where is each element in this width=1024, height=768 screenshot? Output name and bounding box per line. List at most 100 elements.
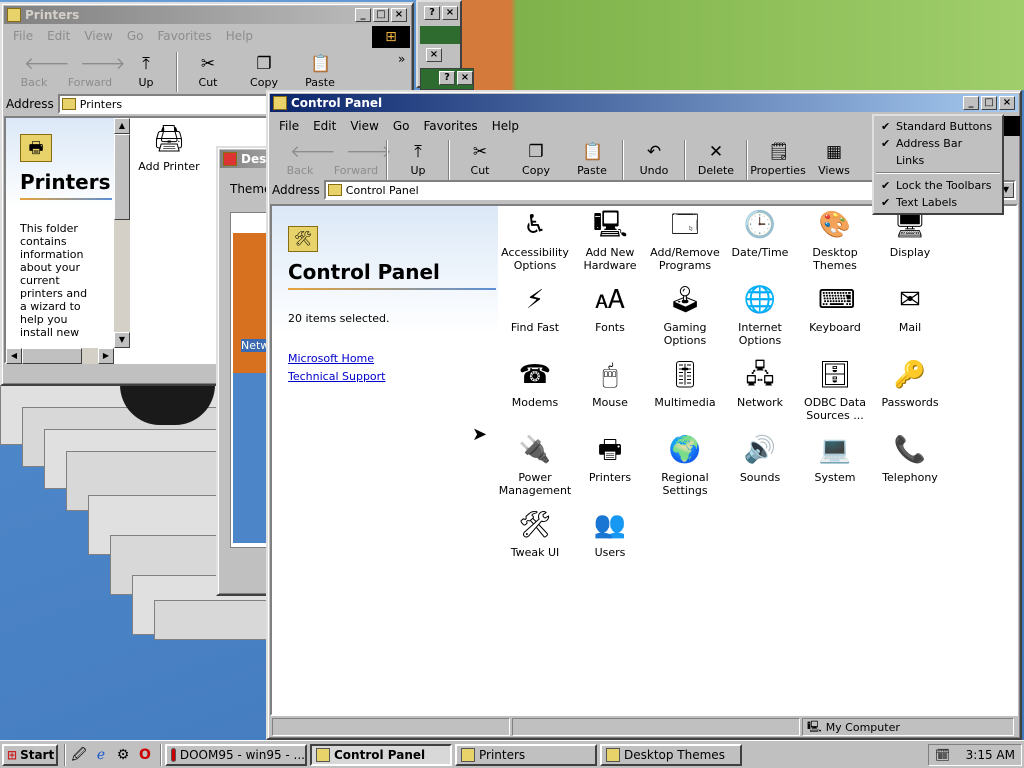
close-button[interactable]: ×: [999, 96, 1015, 110]
horizontal-scrollbar[interactable]: ◀ ▶: [6, 348, 114, 364]
menu-help[interactable]: Help: [485, 119, 526, 133]
menu-edit[interactable]: Edit: [40, 29, 77, 43]
control-panel-item[interactable]: 🕒 Date/Time: [723, 208, 797, 259]
paste-button[interactable]: 📋 Paste: [292, 50, 348, 94]
menu-view[interactable]: View: [343, 119, 385, 133]
internet-explorer-icon[interactable]: ℯ: [92, 746, 110, 764]
scroll-up-button[interactable]: ▲: [114, 118, 130, 134]
control-panel-item[interactable]: 🔊 Sounds: [723, 433, 797, 484]
close-button[interactable]: ×: [442, 6, 458, 20]
control-panel-titlebar[interactable]: Control Panel _ □ ×: [270, 94, 1018, 112]
control-panel-item[interactable]: 🌍 Regional Settings: [648, 433, 722, 497]
properties-button[interactable]: 🗒 Properties: [750, 138, 806, 182]
taskbar-button[interactable]: Desktop Themes: [600, 743, 742, 766]
paste-button[interactable]: 📋 Paste: [564, 138, 620, 182]
control-panel-item[interactable]: ☎ Modems: [498, 358, 572, 409]
taskbar-button[interactable]: DOOM95 - win95 - ...: [165, 743, 307, 766]
menu-file[interactable]: File: [272, 119, 306, 133]
help-button[interactable]: ?: [424, 6, 440, 20]
maximize-button[interactable]: □: [373, 8, 389, 22]
copy-button[interactable]: ❐ Copy: [236, 50, 292, 94]
up-button[interactable]: ⤒ Up: [118, 50, 174, 94]
menu-item-label: Text Labels: [896, 196, 958, 209]
control-panel-item[interactable]: ✉ Mail: [873, 283, 947, 334]
scroll-thumb[interactable]: [22, 348, 82, 364]
control-panel-item[interactable]: ⚡ Find Fast: [498, 283, 572, 334]
control-panel-item[interactable]: 🕹 Gaming Options: [648, 283, 722, 347]
minimize-button[interactable]: _: [355, 8, 371, 22]
minimize-button[interactable]: _: [963, 96, 979, 110]
vertical-scrollbar[interactable]: ▲ ▼: [114, 118, 130, 348]
menu-item[interactable]: ✔ Address Bar: [874, 135, 1002, 152]
scroll-right-button[interactable]: ▶: [98, 348, 114, 364]
control-panel-item[interactable]: 💻 System: [798, 433, 872, 484]
menu-item[interactable]: ✔ Text Labels: [874, 194, 1002, 211]
tray-icon[interactable]: 🗓: [935, 748, 950, 762]
menu-go[interactable]: Go: [120, 29, 151, 43]
control-panel-item[interactable]: 🖶 Printers: [573, 433, 647, 484]
menu-item[interactable]: Links: [874, 152, 1002, 169]
control-panel-item[interactable]: 🔑 Passwords: [873, 358, 947, 409]
menu-item[interactable]: ✔ Standard Buttons: [874, 118, 1002, 135]
up-button[interactable]: ⤒ Up: [390, 138, 446, 182]
toolbar-chevron-icon[interactable]: »: [398, 52, 405, 66]
scissors-icon: ✂: [472, 142, 488, 162]
printers-titlebar[interactable]: Printers _ □ ×: [4, 6, 410, 24]
taskbar-button[interactable]: Control Panel: [310, 743, 452, 766]
forward-button[interactable]: 🡒 Forward: [62, 50, 126, 94]
menu-bar: File Edit View Go Favorites Help: [6, 26, 260, 46]
scroll-down-button[interactable]: ▼: [114, 332, 130, 348]
control-panel-item[interactable]: 👥 Users: [573, 508, 647, 559]
cut-button[interactable]: ✂ Cut: [452, 138, 508, 182]
menu-favorites[interactable]: Favorites: [416, 119, 484, 133]
copy-button[interactable]: ❐ Copy: [508, 138, 564, 182]
desktop-themes-titlebar[interactable]: Desk: [220, 150, 274, 168]
close-button[interactable]: ×: [391, 8, 407, 22]
control-panel-item[interactable]: 🛠 Tweak UI: [498, 508, 572, 559]
menu-go[interactable]: Go: [386, 119, 417, 133]
control-panel-item[interactable]: 🗚 Fonts: [573, 283, 647, 334]
control-panel-item[interactable]: 🎚 Multimedia: [648, 358, 722, 409]
menu-favorites[interactable]: Favorites: [150, 29, 218, 43]
launch-icon[interactable]: ⚙: [114, 746, 132, 764]
control-panel-item[interactable]: 🌐 Internet Options: [723, 283, 797, 347]
control-panel-item[interactable]: 🔌 Power Management: [498, 433, 572, 497]
control-panel-item[interactable]: 🗔 Add/Remove Programs: [648, 208, 722, 272]
back-button[interactable]: 🡐 Back: [6, 50, 70, 94]
control-panel-item[interactable]: 📞 Telephony: [873, 433, 947, 484]
cut-button[interactable]: ✂ Cut: [180, 50, 236, 94]
show-desktop-icon[interactable]: 🖉: [70, 746, 88, 764]
delete-button[interactable]: ✕ Delete: [688, 138, 744, 182]
control-panel-item[interactable]: 🖧 Network: [723, 358, 797, 409]
add-printer-item[interactable]: 🖨 Add Printer: [132, 122, 206, 173]
control-panel-item[interactable]: 🗄 ODBC Data Sources ...: [798, 358, 872, 422]
technical-support-link[interactable]: Technical Support: [288, 370, 386, 383]
scroll-thumb[interactable]: [114, 134, 130, 220]
menu-item-label: Links: [896, 154, 925, 167]
close-button[interactable]: ×: [426, 48, 442, 62]
control-panel-item[interactable]: 🖱 Mouse: [573, 358, 647, 409]
toolbar-label: Back: [286, 164, 314, 177]
menu-item[interactable]: ✔ Lock the Toolbars: [874, 177, 1002, 194]
close-button[interactable]: ×: [457, 71, 473, 85]
forward-button[interactable]: 🡒 Forward: [328, 138, 392, 182]
opera-icon[interactable]: O: [136, 746, 154, 764]
control-panel-item[interactable]: 🎨 Desktop Themes: [798, 208, 872, 272]
maximize-button[interactable]: □: [981, 96, 997, 110]
control-panel-item[interactable]: 🖳 Add New Hardware: [573, 208, 647, 272]
menu-view[interactable]: View: [77, 29, 119, 43]
help-button[interactable]: ?: [439, 71, 455, 85]
control-panel-item[interactable]: ♿ Accessibility Options: [498, 208, 572, 272]
undo-button[interactable]: ↶ Undo: [626, 138, 682, 182]
microsoft-home-link[interactable]: Microsoft Home: [288, 352, 374, 365]
menu-file[interactable]: File: [6, 29, 40, 43]
scroll-left-button[interactable]: ◀: [6, 348, 22, 364]
menu-help[interactable]: Help: [219, 29, 260, 43]
start-button[interactable]: ⊞ Start: [2, 743, 58, 766]
control-panel-item[interactable]: ⌨ Keyboard: [798, 283, 872, 334]
taskbar-button[interactable]: Printers: [455, 743, 597, 766]
control-panel-item[interactable]: 🖥 Display: [873, 208, 947, 259]
views-button[interactable]: ▦ Views: [806, 138, 862, 182]
menu-edit[interactable]: Edit: [306, 119, 343, 133]
back-button[interactable]: 🡐 Back: [272, 138, 336, 182]
